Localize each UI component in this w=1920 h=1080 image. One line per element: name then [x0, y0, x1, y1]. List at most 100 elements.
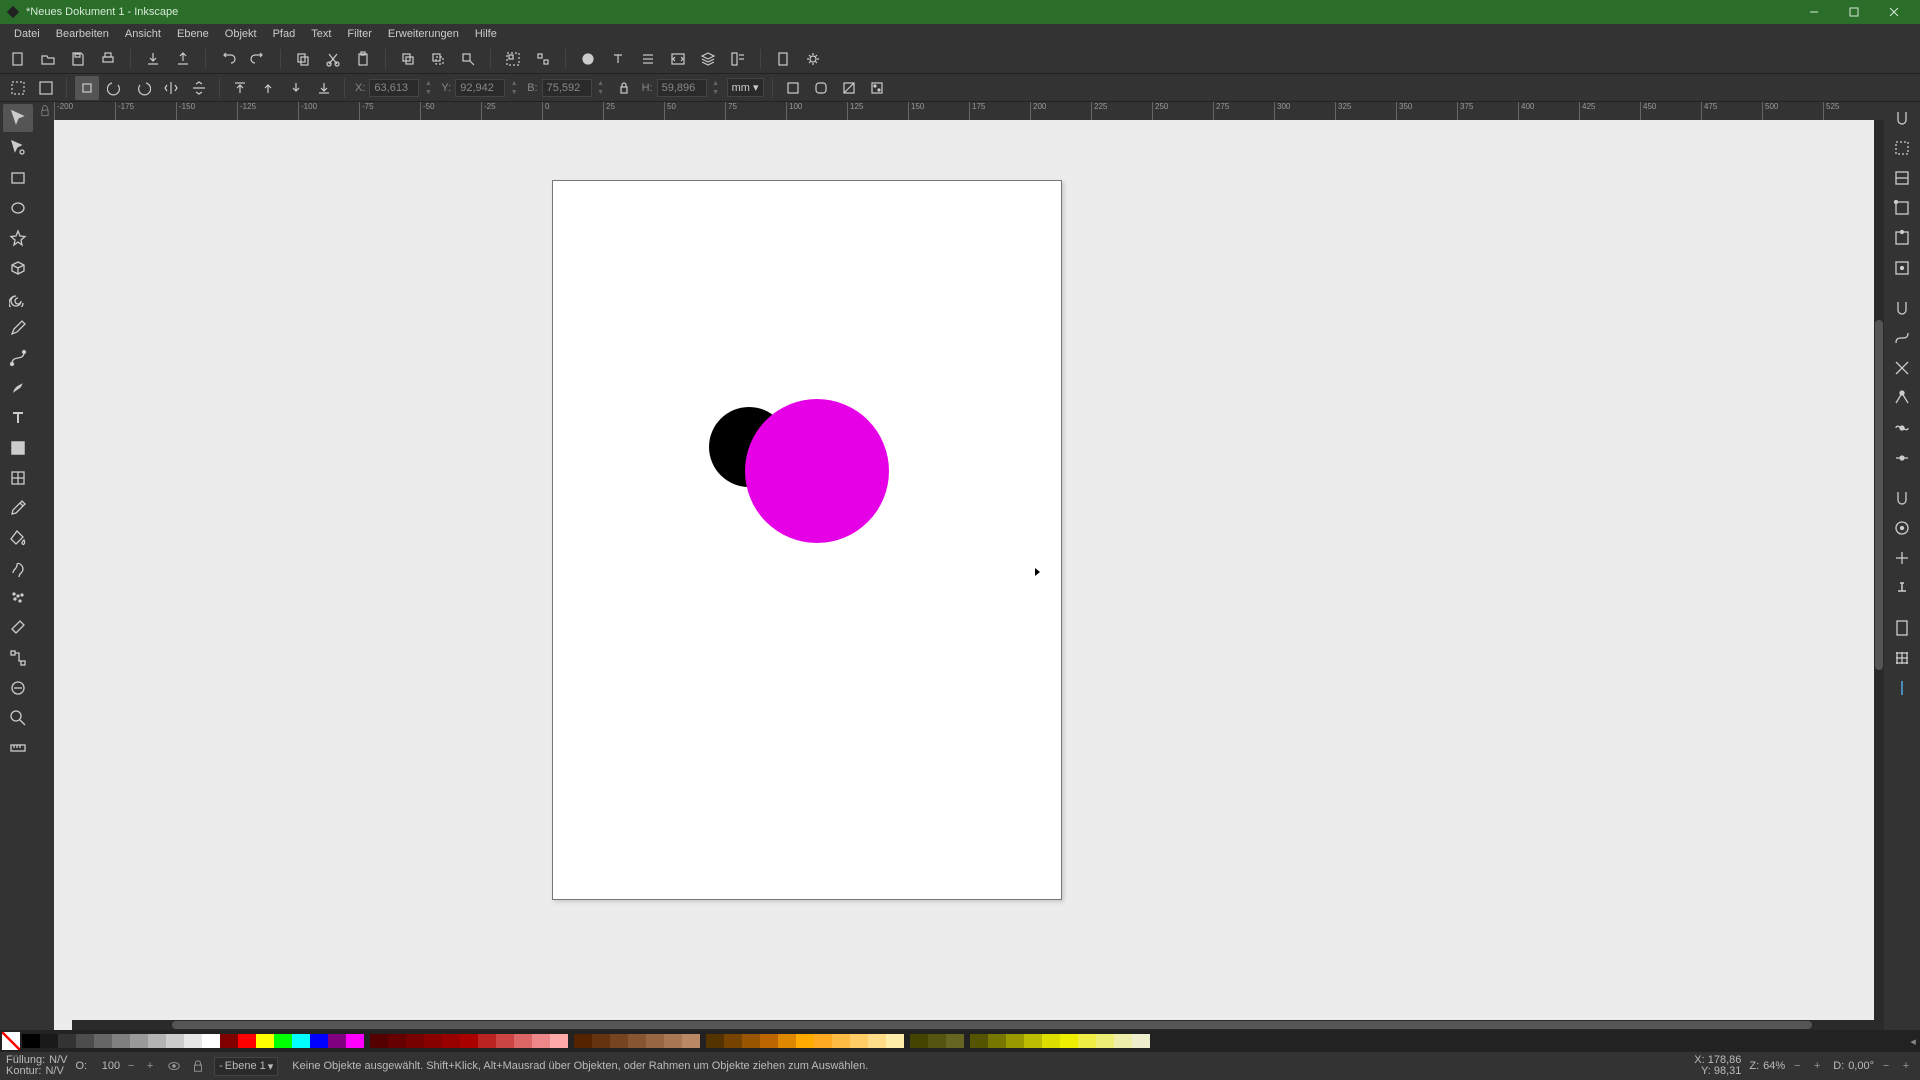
- color-swatch[interactable]: [724, 1034, 742, 1048]
- color-swatch[interactable]: [1024, 1034, 1042, 1048]
- color-swatch[interactable]: [886, 1034, 904, 1048]
- color-swatch[interactable]: [256, 1034, 274, 1048]
- color-swatch[interactable]: [550, 1034, 568, 1048]
- calligraphy-tool[interactable]: [3, 374, 33, 402]
- measure-tool[interactable]: [3, 734, 33, 762]
- rotation-plus[interactable]: +: [1898, 1058, 1914, 1074]
- ruler-lock-icon[interactable]: [36, 102, 54, 120]
- color-swatch[interactable]: [76, 1034, 94, 1048]
- dropper-tool[interactable]: [3, 494, 33, 522]
- height-value[interactable]: 59,896: [657, 79, 707, 97]
- gradient-tool[interactable]: [3, 434, 33, 462]
- color-swatch[interactable]: [1042, 1034, 1060, 1048]
- color-swatch[interactable]: [328, 1034, 346, 1048]
- new-file-button[interactable]: [6, 47, 30, 71]
- raise-top-button[interactable]: [228, 76, 252, 100]
- color-swatch[interactable]: [628, 1034, 646, 1048]
- snap-others-toggle[interactable]: [1887, 484, 1917, 512]
- opacity-value[interactable]: 100: [90, 1060, 120, 1072]
- color-swatch[interactable]: [706, 1034, 724, 1048]
- color-swatch[interactable]: [514, 1034, 532, 1048]
- opacity-minus[interactable]: −: [123, 1058, 139, 1074]
- zoom-plus[interactable]: +: [1809, 1058, 1825, 1074]
- lower-button[interactable]: [284, 76, 308, 100]
- 3dbox-tool[interactable]: [3, 254, 33, 282]
- select-all-button[interactable]: [34, 76, 58, 100]
- menu-object[interactable]: Objekt: [217, 26, 265, 42]
- snap-guide[interactable]: [1887, 674, 1917, 702]
- unit-select[interactable]: mm ▾: [727, 78, 764, 97]
- ellipse-tool[interactable]: [3, 194, 33, 222]
- canvas[interactable]: [54, 120, 1884, 1030]
- color-swatch[interactable]: [868, 1034, 886, 1048]
- x-value[interactable]: 63,613: [369, 79, 419, 97]
- text-button[interactable]: [606, 47, 630, 71]
- scale-corners-toggle[interactable]: [809, 76, 833, 100]
- lock-ratio-button[interactable]: [612, 76, 636, 100]
- color-swatch[interactable]: [478, 1034, 496, 1048]
- snap-bbox-corner[interactable]: [1887, 194, 1917, 222]
- node-tool[interactable]: [3, 134, 33, 162]
- spray-tool[interactable]: [3, 584, 33, 612]
- undo-button[interactable]: [216, 47, 240, 71]
- group-button[interactable]: [501, 47, 525, 71]
- menu-filter[interactable]: Filter: [339, 26, 379, 42]
- color-swatch[interactable]: [166, 1034, 184, 1048]
- xml-button[interactable]: [666, 47, 690, 71]
- color-swatch[interactable]: [1114, 1034, 1132, 1048]
- bezier-tool[interactable]: [3, 344, 33, 372]
- eraser-tool[interactable]: [3, 614, 33, 642]
- lower-bottom-button[interactable]: [312, 76, 336, 100]
- magenta-circle-shape[interactable]: [745, 399, 889, 543]
- color-swatch[interactable]: [742, 1034, 760, 1048]
- clone-button[interactable]: [426, 47, 450, 71]
- color-swatch[interactable]: [1132, 1034, 1150, 1048]
- color-swatch[interactable]: [778, 1034, 796, 1048]
- horizontal-scrollbar[interactable]: [72, 1020, 1884, 1030]
- snap-node-smooth[interactable]: [1887, 414, 1917, 442]
- menu-view[interactable]: Ansicht: [117, 26, 169, 42]
- color-swatch[interactable]: [112, 1034, 130, 1048]
- height-spinner[interactable]: ▲▼: [709, 79, 723, 97]
- flip-h-button[interactable]: [159, 76, 183, 100]
- import-button[interactable]: [141, 47, 165, 71]
- color-swatch[interactable]: [796, 1034, 814, 1048]
- snap-object-center[interactable]: [1887, 514, 1917, 542]
- menu-extensions[interactable]: Erweiterungen: [380, 26, 467, 42]
- horizontal-ruler[interactable]: -200-175-150-125-100-75-50-2502550751001…: [54, 102, 1884, 120]
- rotation-minus[interactable]: −: [1878, 1058, 1894, 1074]
- color-swatch[interactable]: [610, 1034, 628, 1048]
- color-swatch[interactable]: [424, 1034, 442, 1048]
- color-swatch[interactable]: [928, 1034, 946, 1048]
- duplicate-button[interactable]: [396, 47, 420, 71]
- zoom-field[interactable]: Z: 64% − +: [1749, 1058, 1825, 1074]
- color-swatch[interactable]: [202, 1034, 220, 1048]
- move-gradients-toggle[interactable]: [837, 76, 861, 100]
- redo-button[interactable]: [246, 47, 270, 71]
- y-value[interactable]: 92,942: [455, 79, 505, 97]
- star-tool[interactable]: [3, 224, 33, 252]
- preferences-button[interactable]: [801, 47, 825, 71]
- color-swatch[interactable]: [442, 1034, 460, 1048]
- menu-edit[interactable]: Bearbeiten: [48, 26, 117, 42]
- zoom-minus[interactable]: −: [1789, 1058, 1805, 1074]
- height-field[interactable]: H: 59,896 ▲▼: [640, 79, 723, 97]
- paste-button[interactable]: [351, 47, 375, 71]
- menu-layer[interactable]: Ebene: [169, 26, 217, 42]
- color-swatch[interactable]: [184, 1034, 202, 1048]
- flip-v-button[interactable]: [187, 76, 211, 100]
- visibility-toggle[interactable]: [166, 1058, 182, 1074]
- rotate-ccw-button[interactable]: [103, 76, 127, 100]
- color-swatch[interactable]: [130, 1034, 148, 1048]
- y-spinner[interactable]: ▲▼: [507, 79, 521, 97]
- opacity-plus[interactable]: +: [142, 1058, 158, 1074]
- snap-bbox-midpoint[interactable]: [1887, 224, 1917, 252]
- zoom-tool[interactable]: [3, 704, 33, 732]
- lock-toggle[interactable]: [190, 1058, 206, 1074]
- color-swatch[interactable]: [946, 1034, 964, 1048]
- paint-bucket-tool[interactable]: [3, 524, 33, 552]
- snap-page-border[interactable]: [1887, 614, 1917, 642]
- vertical-scrollbar[interactable]: [1874, 120, 1884, 1020]
- rotate-cw-button[interactable]: [131, 76, 155, 100]
- snap-grid[interactable]: [1887, 644, 1917, 672]
